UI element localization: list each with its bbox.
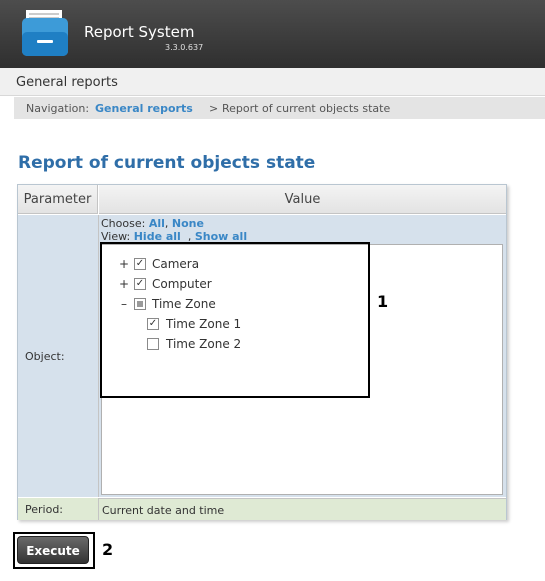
subheader-title: General reports (16, 75, 118, 90)
folder-logo-icon (22, 10, 68, 56)
breadcrumb-current: Report of current objects state (222, 102, 391, 115)
period-label-cell: Period: (18, 498, 99, 520)
column-header-parameter: Parameter (18, 185, 98, 214)
app-title: Report System (84, 23, 195, 41)
period-value-cell[interactable]: Current date and time (99, 498, 506, 520)
period-label: Period: (25, 503, 64, 516)
choose-separator: , (164, 217, 169, 230)
object-label: Object: (25, 350, 65, 363)
annotation-number-2: 2 (102, 540, 114, 559)
breadcrumb-label: Navigation: (26, 102, 90, 115)
app-version: 3.3.0.637 (165, 43, 204, 52)
choose-none-link[interactable]: None (172, 217, 204, 230)
annotation-number-1: 1 (377, 292, 389, 311)
column-header-value: Value (99, 185, 506, 214)
choose-line: Choose: All, None (101, 218, 204, 230)
annotation-box-1 (100, 242, 370, 398)
object-label-cell: Object: (18, 215, 99, 497)
choose-all-link[interactable]: All (149, 217, 165, 230)
page-title: Report of current objects state (18, 153, 316, 173)
app-header: Report System 3.3.0.637 (0, 0, 545, 68)
breadcrumb: Navigation: General reports > Report of … (14, 97, 545, 119)
execute-button[interactable]: Execute (17, 536, 89, 564)
choose-label: Choose: (101, 217, 146, 230)
breadcrumb-separator: > (209, 102, 219, 115)
period-value: Current date and time (102, 504, 225, 517)
breadcrumb-link-general-reports[interactable]: General reports (95, 102, 193, 115)
subheader-bar: General reports (0, 68, 545, 96)
